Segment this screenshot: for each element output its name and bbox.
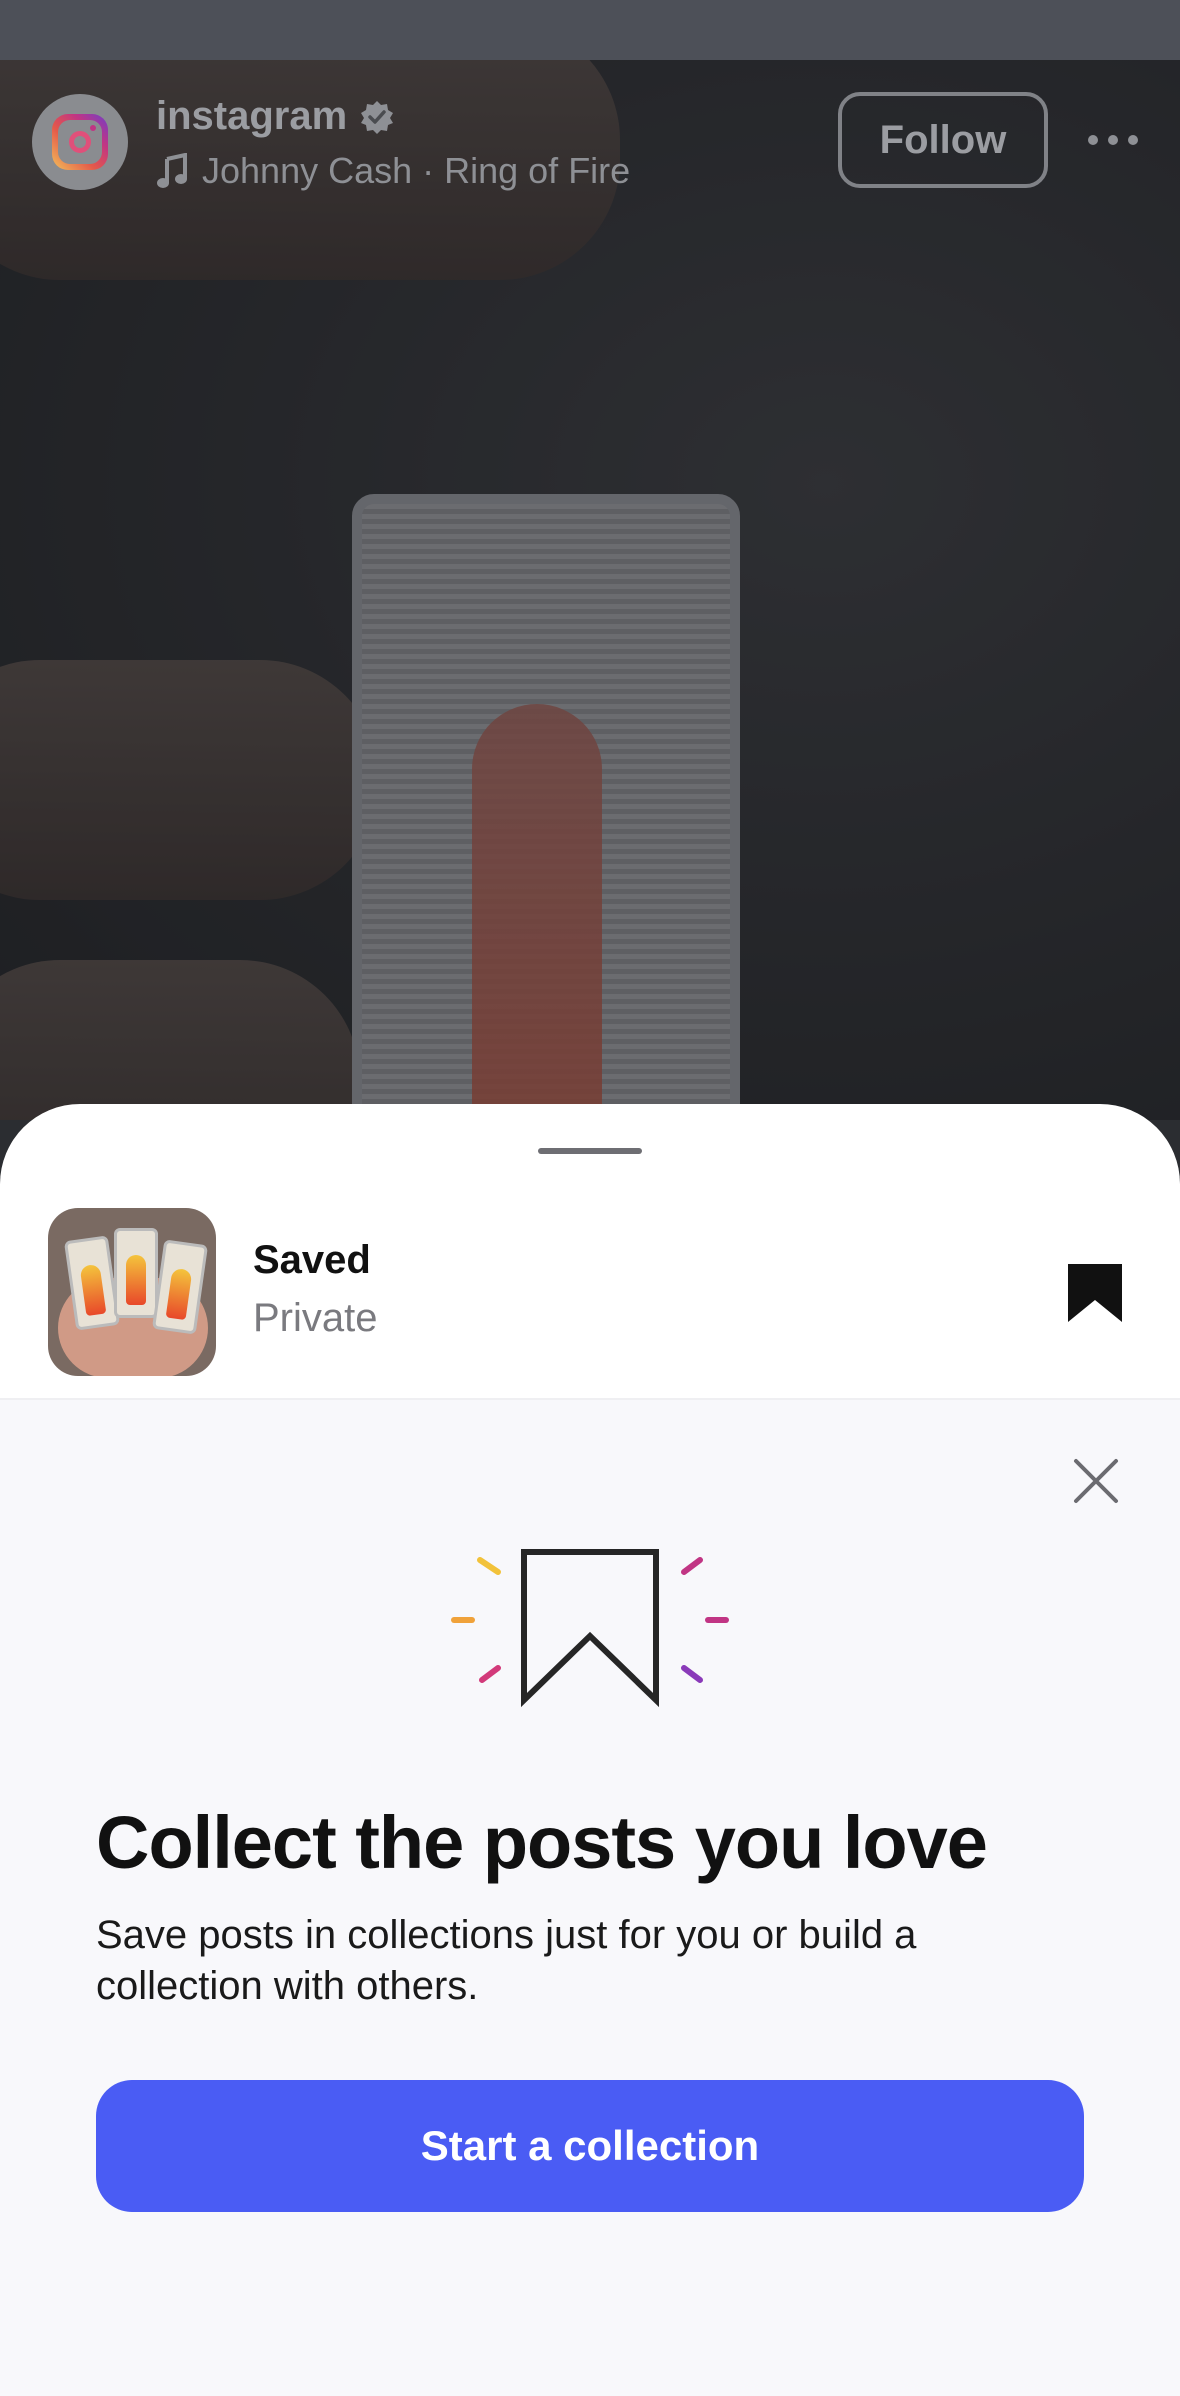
username[interactable]: instagram <box>156 94 347 139</box>
bookmark-filled-icon[interactable] <box>1066 1262 1124 1324</box>
promo-description: Save posts in collections just for you o… <box>96 1913 917 2008</box>
start-collection-button[interactable]: Start a collection <box>96 2080 1084 2212</box>
avatar[interactable] <box>32 94 128 190</box>
sheet-grabber[interactable] <box>538 1148 642 1154</box>
saved-title: Saved <box>253 1238 371 1282</box>
saved-thumbnail <box>48 1208 216 1376</box>
status-bar <box>0 0 1180 60</box>
audio-track[interactable]: Johnny Cash · Ring of Fire <box>156 150 630 192</box>
more-horizontal-icon[interactable] <box>1088 130 1138 150</box>
verified-badge-icon <box>361 100 394 134</box>
instagram-logo-icon <box>52 114 108 170</box>
post-header: instagram Johnny Cash · Ring of Fire Fol… <box>0 60 1180 220</box>
collections-promo: Collect the posts you love Save posts in… <box>0 1400 1180 2396</box>
bookmark-sparkle-icon <box>451 1549 729 1708</box>
follow-button[interactable]: Follow <box>838 92 1048 188</box>
saved-privacy-label: Private <box>253 1296 378 1340</box>
username-row[interactable]: instagram <box>156 94 395 139</box>
save-bottom-sheet: Saved Private Collect the posts you love… <box>0 1104 1180 2396</box>
promo-title: Collect the posts you love <box>96 1801 988 1884</box>
audio-label: Johnny Cash · Ring of Fire <box>202 150 631 191</box>
music-note-icon <box>157 153 187 188</box>
close-icon[interactable] <box>1070 1455 1122 1507</box>
